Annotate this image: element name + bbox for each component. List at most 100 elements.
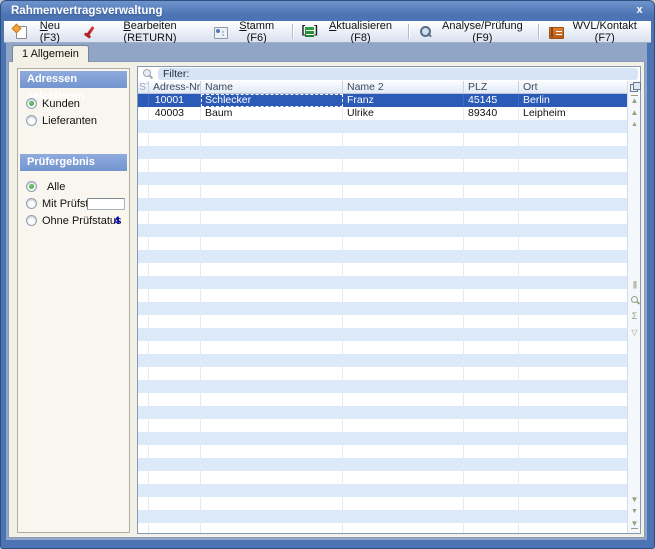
tab-page: Adressen selektieren Kunden Lieferanten …	[8, 61, 645, 538]
master-data-button-label: Stamm (F6)	[231, 20, 283, 44]
new-button-label: Neu (F3)	[30, 20, 69, 44]
table-row[interactable]	[138, 354, 627, 367]
grid-body: 10001 Schlecker Franz 45145 Berlin 40003…	[138, 94, 627, 533]
table-row[interactable]	[138, 120, 627, 133]
column-header-ort[interactable]: Ort	[519, 81, 627, 93]
section-header-adressen: Adressen selektieren	[20, 71, 127, 88]
table-row[interactable]	[138, 445, 627, 458]
grid-filter-icon[interactable]: ▽	[629, 327, 640, 338]
table-row[interactable]	[138, 380, 627, 393]
filter-bar: Filter:	[138, 67, 640, 81]
cell-ort[interactable]: Leipheim	[519, 107, 627, 120]
table-row[interactable]	[138, 146, 627, 159]
table-row[interactable]	[138, 328, 627, 341]
column-header-name[interactable]: Name	[201, 81, 343, 93]
radio-option-kunden[interactable]: Kunden	[18, 96, 129, 111]
scroll-to-bottom-icon[interactable]: ▼	[629, 518, 640, 529]
edit-button[interactable]: Bearbeiten (RETURN)	[76, 21, 206, 42]
radio-label: Alle	[47, 181, 65, 193]
analyze-icon	[418, 25, 431, 39]
table-row[interactable]	[138, 133, 627, 146]
radio-option-ohne-pruefstatus[interactable]: Ohne Prüfstatus 4	[18, 213, 129, 228]
table-row[interactable]	[138, 276, 627, 289]
radio-option-alle[interactable]: Alle	[18, 179, 129, 194]
filter-search-icon[interactable]	[138, 67, 158, 81]
table-row[interactable]	[138, 211, 627, 224]
summary-icon[interactable]: Σ	[629, 311, 640, 322]
table-row[interactable]	[138, 419, 627, 432]
scroll-page-down-icon[interactable]: ▼	[629, 506, 640, 517]
radio-option-lieferanten[interactable]: Lieferanten	[18, 113, 129, 128]
radio-label: Kunden	[42, 98, 80, 110]
table-row[interactable]	[138, 393, 627, 406]
table-row[interactable]	[138, 432, 627, 445]
table-row[interactable]	[138, 458, 627, 471]
table-row[interactable]	[138, 367, 627, 380]
table-row[interactable]	[138, 224, 627, 237]
sidebar: Adressen selektieren Kunden Lieferanten …	[17, 68, 130, 533]
scroll-page-up-icon[interactable]: ▲	[629, 119, 640, 130]
radio-option-mit-pruefstatus[interactable]: Mit Prüfstatus	[18, 196, 129, 211]
contact-button-label: WVL/Kontakt (F7)	[565, 20, 644, 44]
table-row[interactable]	[138, 341, 627, 354]
radio-label: Lieferanten	[42, 115, 97, 127]
pruefstatus-input[interactable]	[87, 198, 125, 210]
table-row[interactable]	[138, 172, 627, 185]
grid-search-icon[interactable]	[630, 295, 640, 305]
table-row[interactable]	[138, 289, 627, 302]
column-header-st[interactable]: ST	[138, 81, 149, 93]
cell-plz[interactable]: 89340	[464, 107, 519, 120]
master-data-button[interactable]: Stamm (F6)	[206, 21, 290, 42]
refresh-button[interactable]: Aktualisieren (F8)	[295, 21, 407, 42]
contact-button[interactable]: WVL/Kontakt (F7)	[541, 21, 651, 42]
table-row[interactable]	[138, 159, 627, 172]
radio-icon[interactable]	[26, 215, 37, 226]
toolbar-separator	[292, 24, 293, 39]
table-row[interactable]: 10001 Schlecker Franz 45145 Berlin	[138, 94, 627, 107]
edit-icon	[83, 25, 96, 39]
cell-plz[interactable]: 45145	[464, 94, 519, 107]
cell-name2[interactable]: Franz	[343, 94, 464, 107]
table-row[interactable]	[138, 302, 627, 315]
table-row[interactable]: 40003 Baum Ulrike 89340 Leipheim	[138, 107, 627, 120]
table-row[interactable]	[138, 523, 627, 533]
cell-adressnr[interactable]: 10001	[149, 94, 201, 107]
field-chooser-icon[interactable]: |||	[629, 279, 640, 290]
column-header-plz[interactable]: PLZ	[464, 81, 519, 93]
analyze-button[interactable]: Analyse/Prüfung (F9)	[411, 21, 536, 42]
analyze-button-label: Analyse/Prüfung (F9)	[436, 20, 529, 44]
cell-adressnr[interactable]: 40003	[149, 107, 201, 120]
table-row[interactable]	[138, 471, 627, 484]
column-header-name2[interactable]: Name 2	[343, 81, 464, 93]
cell-name[interactable]: Baum	[201, 107, 343, 120]
table-row[interactable]	[138, 510, 627, 523]
table-row[interactable]	[138, 484, 627, 497]
column-header-adressnr[interactable]: Adress-Nr.	[149, 81, 201, 93]
column-chooser-icon[interactable]	[630, 82, 639, 91]
radio-icon[interactable]	[26, 198, 37, 209]
new-button[interactable]: Neu (F3)	[6, 21, 76, 42]
scroll-up-icon[interactable]: ▲	[629, 107, 640, 118]
radio-icon[interactable]	[26, 115, 37, 126]
cell-ort[interactable]: Berlin	[519, 94, 627, 107]
table-row[interactable]	[138, 406, 627, 419]
table-row[interactable]	[138, 185, 627, 198]
ohne-pruefstatus-count: 4	[114, 215, 120, 227]
table-row[interactable]	[138, 198, 627, 211]
filter-label[interactable]: Filter:	[158, 68, 638, 80]
radio-label: Ohne Prüfstatus	[42, 215, 122, 227]
radio-icon[interactable]	[26, 98, 37, 109]
tab-allgemein[interactable]: 1 Allgemein	[12, 45, 89, 62]
table-row[interactable]	[138, 497, 627, 510]
toolbar-separator	[408, 24, 409, 39]
table-row[interactable]	[138, 237, 627, 250]
table-row[interactable]	[138, 263, 627, 276]
table-row[interactable]	[138, 250, 627, 263]
scroll-down-icon[interactable]: ▼	[629, 494, 640, 505]
cell-name2[interactable]: Ulrike	[343, 107, 464, 120]
cell-name[interactable]: Schlecker	[201, 94, 343, 107]
radio-icon[interactable]	[26, 181, 37, 192]
table-row[interactable]	[138, 315, 627, 328]
scroll-to-top-icon[interactable]: ▲	[629, 95, 640, 106]
close-icon[interactable]: x	[632, 3, 647, 18]
